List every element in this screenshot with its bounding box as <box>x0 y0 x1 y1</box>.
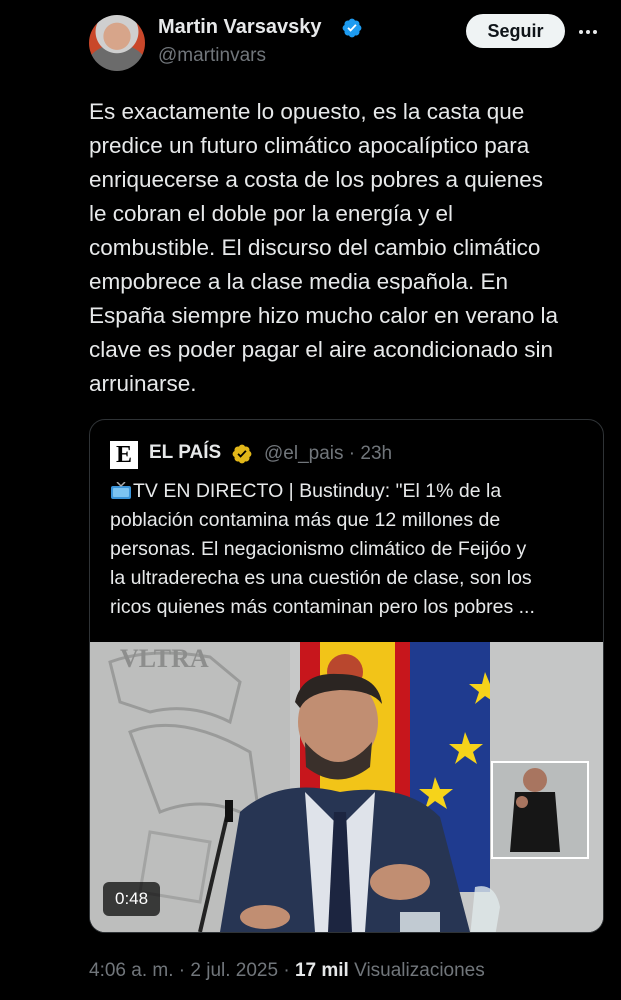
quote-author-name[interactable]: EL PAÍS <box>149 442 221 464</box>
quote-author-handle[interactable]: @el_pais <box>264 443 344 464</box>
video-thumbnail: VLTRA <box>90 642 603 932</box>
wall-lettering: VLTRA <box>120 644 209 673</box>
video-player[interactable]: VLTRA 0:48 <box>90 642 603 932</box>
quote-meta: @el_pais · 23h <box>264 443 392 465</box>
verified-badge-icon <box>342 18 362 38</box>
tweet-footer: 4:06 a. m. · 2 jul. 2025 · 17 mil Visual… <box>89 960 485 982</box>
tv-icon <box>111 482 131 499</box>
post-date[interactable]: 2 jul. 2025 <box>190 960 278 981</box>
quoted-tweet-card[interactable]: E EL PAÍS @el_pais · 23h TV EN DIRECTO |… <box>89 419 604 933</box>
post-time[interactable]: 4:06 a. m. <box>89 960 174 981</box>
views-label[interactable]: Visualizaciones <box>354 960 485 981</box>
author-handle[interactable]: @martinvars <box>158 45 266 67</box>
author-avatar[interactable] <box>89 15 145 71</box>
quote-text-block: TV EN DIRECTO | Bustinduy: "El 1% de la … <box>110 477 590 622</box>
quote-separator: · <box>348 443 356 464</box>
tweet-text: Es exactamente lo opuesto, es la casta q… <box>89 99 559 396</box>
follow-button[interactable]: Seguir <box>466 14 565 48</box>
video-duration-badge: 0:48 <box>103 882 161 916</box>
footer-separator: · <box>178 960 186 981</box>
footer-separator: · <box>283 960 290 981</box>
quote-time[interactable]: 23h <box>360 443 392 464</box>
el-pais-logo[interactable]: E <box>110 441 138 469</box>
gold-verified-badge-icon <box>232 444 252 464</box>
views-count: 17 mil <box>294 960 349 981</box>
more-horizontal-icon[interactable] <box>576 20 600 44</box>
author-name[interactable]: Martin Varsavsky <box>158 16 321 39</box>
quote-text: TV EN DIRECTO | Bustinduy: "El 1% de la … <box>110 480 535 618</box>
